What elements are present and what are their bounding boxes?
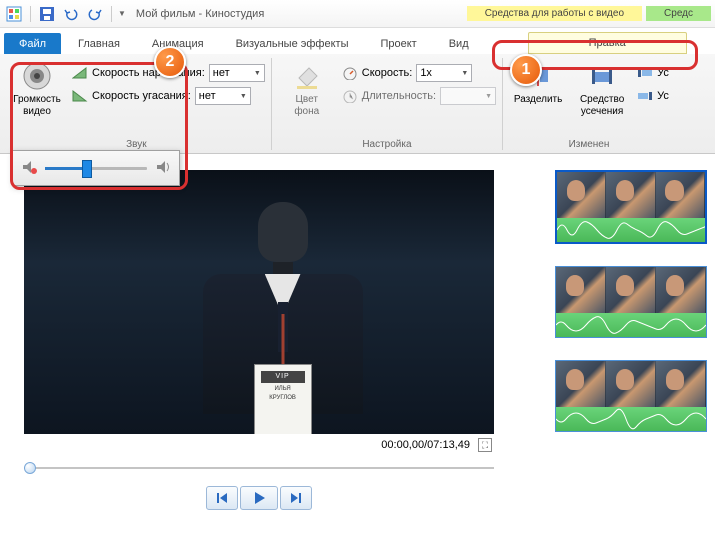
annotation-badge-2: 2 [154, 46, 186, 78]
speed-combo[interactable]: 1x▼ [416, 64, 472, 82]
tab-file[interactable]: Файл [4, 33, 61, 54]
fade-out-icon [72, 88, 88, 104]
volume-slider-popup [12, 150, 180, 186]
group-label-edit: Изменен [509, 137, 669, 150]
set-end-label[interactable]: Ус [657, 90, 669, 102]
tab-edit[interactable]: Правка [528, 32, 687, 54]
prev-frame-button[interactable] [206, 486, 238, 510]
video-preview[interactable]: VIP ИЛЬЯ КРУГЛОВ [24, 170, 494, 434]
paint-bucket-icon [291, 60, 323, 92]
volume-slider-thumb[interactable] [82, 160, 92, 178]
tab-project[interactable]: Проект [365, 33, 431, 54]
scrubber[interactable] [24, 460, 494, 476]
duration-icon [342, 88, 358, 104]
time-display: 00:00,00/07:13,49 [381, 439, 470, 451]
tab-vfx[interactable]: Визуальные эффекты [221, 33, 364, 54]
app-icon[interactable] [4, 4, 24, 24]
volume-mute-icon [21, 159, 37, 178]
set-end-icon [637, 88, 653, 104]
timeline-clip[interactable] [555, 266, 707, 338]
volume-slider[interactable] [45, 167, 147, 170]
window-title: Мой фильм - Киностудия [136, 8, 264, 20]
timeline-clip[interactable] [555, 360, 707, 432]
timeline-clip[interactable] [555, 170, 707, 244]
speaker-icon [21, 60, 53, 92]
ribbon: Громкость видео Скорость нарастания: нет… [0, 54, 715, 154]
context-tab-video[interactable]: Средства для работы с видео [467, 6, 642, 21]
tab-view[interactable]: Вид [434, 33, 484, 54]
fade-out-label: Скорость угасания: [92, 90, 191, 102]
group-label-settings: Настройка [278, 137, 496, 150]
video-volume-button[interactable]: Громкость видео [8, 58, 66, 118]
quick-access-toolbar: ▼ [4, 4, 126, 24]
fade-in-label: Скорость нарастания: [92, 67, 205, 79]
badge-prop: VIP ИЛЬЯ КРУГЛОВ [254, 364, 312, 434]
playback-controls [24, 486, 494, 510]
ribbon-group-settings: Цвет фона Скорость: 1x▼ Длительность: ▼ … [272, 58, 503, 150]
fullscreen-icon[interactable]: ⛶ [478, 438, 492, 452]
ribbon-group-audio: Громкость видео Скорость нарастания: нет… [2, 58, 272, 150]
volume-max-icon [155, 159, 171, 178]
preview-panel: VIP ИЛЬЯ КРУГЛОВ 00:00,00/07:13,49 ⛶ [24, 170, 524, 510]
fade-in-combo[interactable]: нет▼ [209, 64, 265, 82]
fade-in-icon [72, 65, 88, 81]
trim-icon [586, 60, 618, 92]
set-start-label[interactable]: Ус [657, 67, 669, 79]
redo-icon[interactable] [85, 4, 105, 24]
timeline [555, 170, 715, 432]
speed-label: Скорость: [362, 67, 413, 79]
tab-home[interactable]: Главная [63, 33, 135, 54]
duration-combo[interactable]: ▼ [440, 87, 496, 105]
fade-out-combo[interactable]: нет▼ [195, 87, 251, 105]
trim-button[interactable]: Средство усечения [573, 58, 631, 118]
annotation-badge-1: 1 [510, 54, 542, 86]
titlebar: ▼ Мой фильм - Киностудия Средства для ра… [0, 0, 715, 28]
undo-icon[interactable] [61, 4, 81, 24]
context-tab-audio[interactable]: Средс [646, 6, 711, 21]
duration-label: Длительность: [362, 90, 436, 102]
ribbon-tabs: Файл Главная Анимация Визуальные эффекты… [0, 28, 715, 54]
set-start-icon [637, 65, 653, 81]
group-label-audio: Звук [8, 137, 265, 150]
save-icon[interactable] [37, 4, 57, 24]
scrubber-thumb[interactable] [24, 462, 36, 474]
speed-icon [342, 65, 358, 81]
next-frame-button[interactable] [280, 486, 312, 510]
video-volume-label: Громкость видео [13, 94, 61, 118]
play-button[interactable] [240, 486, 278, 510]
bgcolor-button[interactable]: Цвет фона [278, 58, 336, 118]
